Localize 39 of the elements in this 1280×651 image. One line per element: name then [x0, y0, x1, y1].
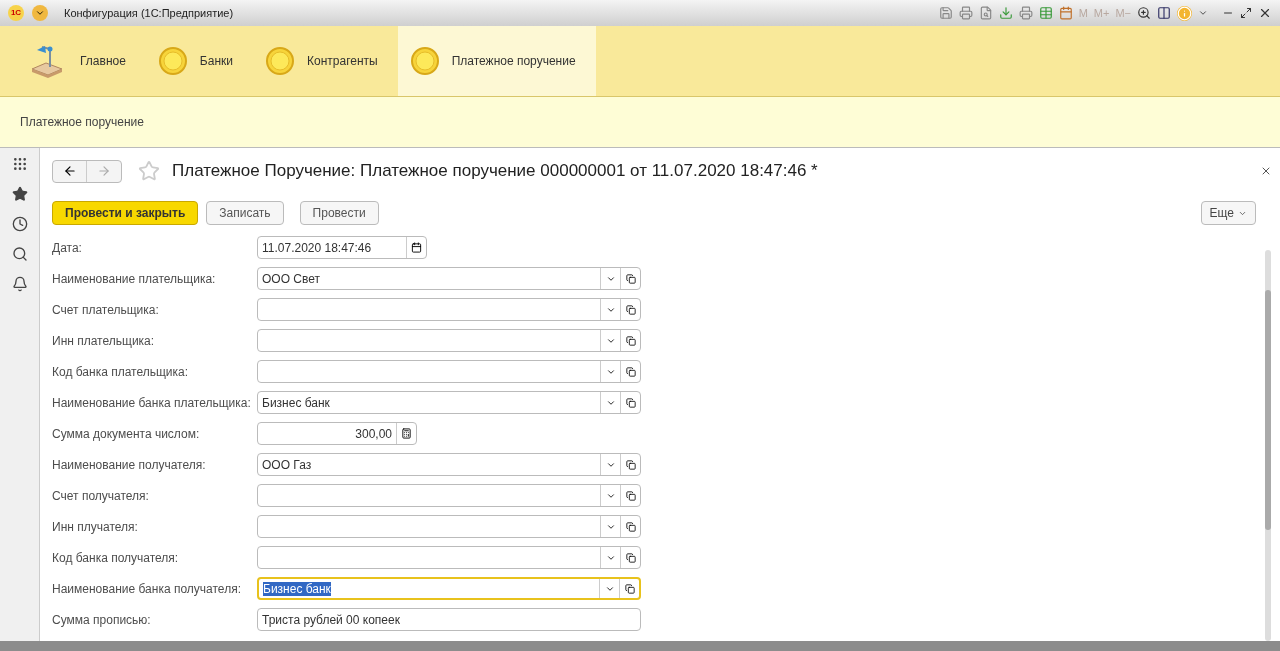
field-label: Код банка плательщика: — [52, 363, 190, 381]
section-tab[interactable]: Контрагенты — [253, 26, 398, 96]
field-label: Код банка получателя: — [52, 549, 180, 567]
command-button[interactable]: Провести и закрыть — [52, 201, 199, 225]
date-field[interactable]: 11.07.2020 18:47:46 — [257, 236, 427, 259]
select-field[interactable]: ООО Газ — [257, 453, 641, 476]
field-value: 300,00 — [354, 425, 393, 443]
field-label: Наименование плательщика: — [52, 270, 217, 288]
section-tab[interactable]: Банки — [145, 26, 253, 96]
field-label: Инн плучателя: — [52, 518, 139, 536]
field-label: Инн плательщика: — [52, 332, 156, 350]
field-value: Бизнес банк — [263, 581, 331, 596]
window-title: Конфигурация (1С:Предприятие) — [64, 5, 234, 21]
field-label: Наименование банка получателя: — [52, 580, 242, 598]
amount-field[interactable]: 300,00 — [257, 422, 417, 445]
field-label: Счет плательщика: — [52, 301, 160, 319]
field-value: 11.07.2020 18:47:46 — [261, 239, 373, 257]
select-field[interactable]: Бизнес банк — [257, 391, 641, 414]
field-value: Триста рублей 00 копеек — [261, 611, 401, 629]
field-value: ООО Свет — [262, 271, 320, 286]
section-tab[interactable]: Платежное поручение — [397, 26, 596, 96]
command-button[interactable]: Записать — [206, 201, 284, 225]
command-button[interactable]: Провести — [299, 201, 379, 225]
form-title: Платежное Поручение: Платежное поручение 000000001 от 11.07.2020 18:47:46 * — [172, 160, 818, 183]
app-logo: 1С — [8, 5, 24, 21]
field-value: ООО Газ — [262, 457, 312, 472]
text-field[interactable]: Триста рублей 00 копеек — [257, 608, 641, 631]
field-value: Бизнес банк — [262, 395, 330, 410]
field-label: Сумма прописью: — [52, 611, 152, 629]
field-label: Дата: — [52, 239, 83, 257]
field-label: Наименование получателя: — [52, 456, 207, 474]
section-tab[interactable]: Главное — [16, 26, 146, 96]
select-field[interactable]: ООО Свет — [257, 267, 641, 290]
select-field[interactable]: Бизнес банк — [257, 577, 641, 600]
field-label: Счет получателя: — [52, 487, 150, 505]
subsection-link[interactable]: Платежное поручение — [20, 113, 144, 131]
field-label: Наименование банка плательщика: — [52, 394, 252, 412]
field-label: Сумма документа числом: — [52, 425, 201, 443]
more-button[interactable]: Еще — [1200, 201, 1256, 225]
